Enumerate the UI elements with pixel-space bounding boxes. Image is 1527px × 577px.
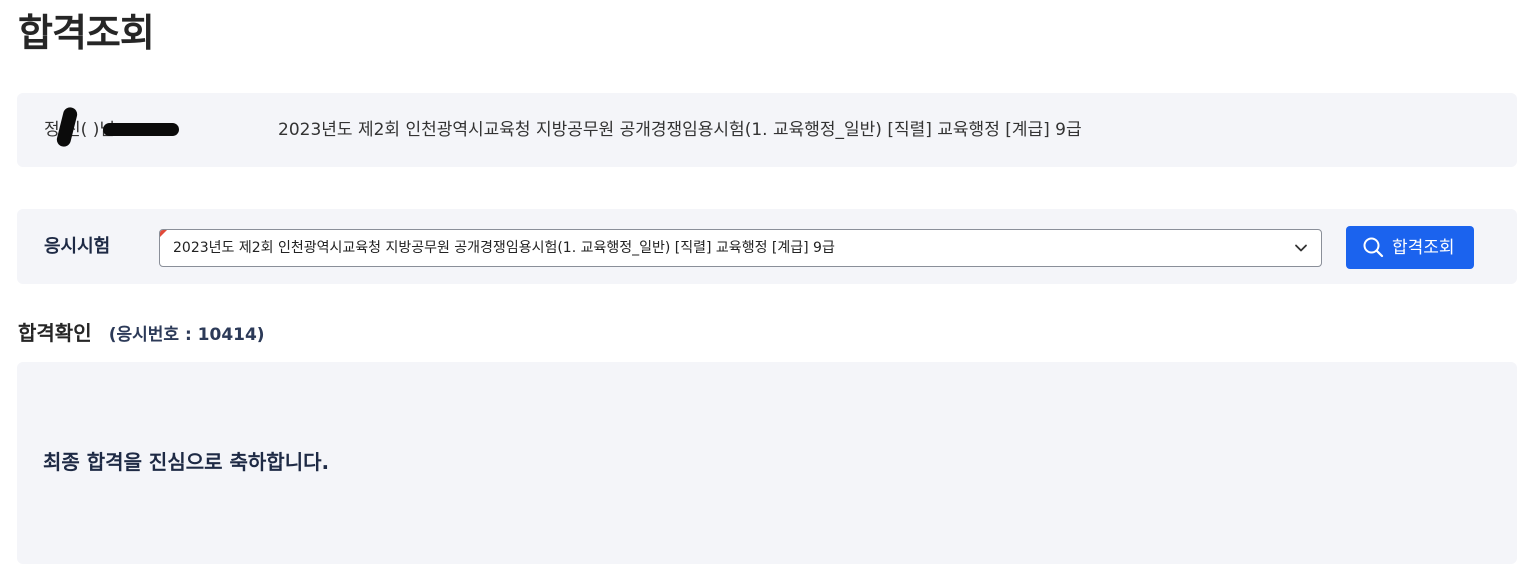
- exam-select-dropdown[interactable]: 2023년도 제2회 인천광역시교육청 지방공무원 공개경쟁임용시험(1. 교육…: [159, 229, 1322, 267]
- chevron-down-icon: [1295, 244, 1307, 252]
- result-panel: 최종 합격을 진심으로 축하합니다.: [17, 362, 1517, 564]
- exam-select-value: 2023년도 제2회 인천광역시교육청 지방공무원 공개경쟁임용시험(1. 교육…: [173, 240, 835, 256]
- exam-selection-panel: 응시시험 2023년도 제2회 인천광역시교육청 지방공무원 공개경쟁임용시험(…: [17, 209, 1517, 284]
- pass-check-button-label: 합격조회: [1392, 238, 1455, 258]
- exam-number: (응시번호 : 10414): [108, 325, 265, 345]
- applicant-exam-name: 2023년도 제2회 인천광역시교육청 지방공무원 공개경쟁임용시험(1. 교육…: [278, 120, 1082, 140]
- result-section-title: 합격확인: [18, 321, 92, 345]
- result-message: 최종 합격을 진심으로 축하합니다.: [43, 450, 330, 474]
- result-section-heading: 합격확인 (응시번호 : 10414): [18, 318, 265, 350]
- redaction-mark: [103, 123, 179, 136]
- search-icon: [1363, 237, 1384, 258]
- required-marker: [160, 230, 167, 237]
- applicant-info-panel: 정 진( )님. 2023년도 제2회 인천광역시교육청 지방공무원 공개경쟁임…: [17, 93, 1517, 167]
- page-title: 합격조회: [18, 11, 155, 55]
- pass-check-button[interactable]: 합격조회: [1346, 226, 1474, 269]
- exam-select-label: 응시시험: [44, 236, 111, 257]
